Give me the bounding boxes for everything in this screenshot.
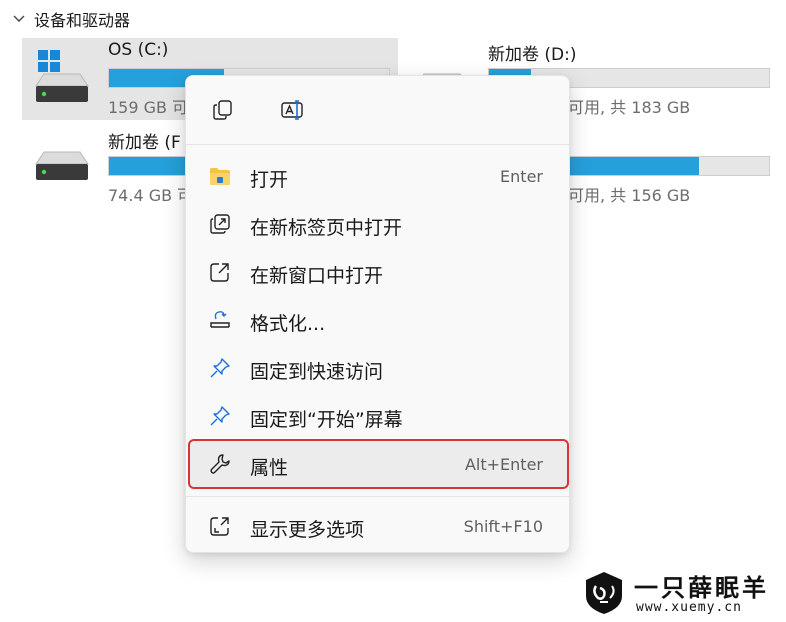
open-new-window-icon <box>208 260 232 284</box>
system-drive-icon <box>35 50 89 102</box>
menu-item-label: 固定到快速访问 <box>250 361 384 383</box>
menu-item-label: 属性 <box>250 457 289 479</box>
section-title: 设备和驱动器 <box>34 11 131 30</box>
drive-free-space: 可用, 共 156 GB <box>568 186 691 205</box>
menu-item-label: 在新窗口中打开 <box>250 265 384 287</box>
watermark-url: www.xuemy.cn <box>636 600 742 615</box>
menu-item-open-new-window[interactable]: 在新窗口中打开 <box>190 249 567 295</box>
menu-separator <box>186 144 569 145</box>
menu-item-label: 显示更多选项 <box>250 519 365 541</box>
pin-icon <box>208 356 232 380</box>
wrench-icon <box>208 452 232 476</box>
format-icon <box>208 308 232 332</box>
menu-item-label: 打开 <box>250 169 289 191</box>
pin-icon <box>208 404 232 428</box>
folder-icon <box>208 164 232 188</box>
menu-item-properties[interactable]: 属性 Alt+Enter <box>188 439 569 489</box>
devices-section-header[interactable]: 设备和驱动器 <box>12 8 130 30</box>
drive-icon <box>35 151 89 180</box>
drive-name: 新加卷 (F <box>108 133 181 153</box>
menu-item-label: 格式化... <box>250 313 326 335</box>
menu-item-shortcut: Shift+F10 <box>463 517 543 536</box>
menu-item-show-more-options[interactable]: 显示更多选项 Shift+F10 <box>190 503 567 549</box>
rename-button[interactable] <box>276 93 310 127</box>
copy-icon <box>213 100 232 120</box>
drive-name: 新加卷 (D:) <box>488 45 577 65</box>
watermark-title: 一只薛眠羊 <box>634 574 769 602</box>
context-menu: 打开 Enter 在新标签页中打开 在新窗口中打开 格式化... 固定到快速访问… <box>185 75 570 553</box>
menu-item-label: 在新标签页中打开 <box>250 217 403 239</box>
chevron-down-icon <box>13 15 25 22</box>
menu-item-shortcut: Alt+Enter <box>464 455 543 474</box>
more-options-icon <box>208 514 232 538</box>
watermark: 一只薛眠羊 www.xuemy.cn <box>578 568 778 618</box>
menu-item-open[interactable]: 打开 Enter <box>190 153 567 199</box>
copy-button[interactable] <box>206 93 240 127</box>
drive-free-space: 159 GB 可 <box>108 98 189 117</box>
drive-name: OS (C:) <box>108 40 169 60</box>
drive-free-space: 可用, 共 183 GB <box>568 98 691 117</box>
open-new-tab-icon <box>208 212 232 236</box>
menu-item-pin-quick-access[interactable]: 固定到快速访问 <box>190 345 567 391</box>
menu-quick-actions <box>186 76 569 144</box>
usage-fill <box>109 157 188 175</box>
menu-item-label: 固定到“开始”屏幕 <box>250 409 403 431</box>
menu-separator <box>186 496 569 497</box>
menu-item-pin-start[interactable]: 固定到“开始”屏幕 <box>190 393 567 439</box>
menu-item-open-new-tab[interactable]: 在新标签页中打开 <box>190 201 567 247</box>
rename-icon <box>281 100 303 120</box>
drive-free-space: 74.4 GB 可 <box>108 186 194 205</box>
ram-logo-icon <box>586 572 622 614</box>
menu-item-format[interactable]: 格式化... <box>190 297 567 343</box>
menu-item-shortcut: Enter <box>500 167 543 186</box>
